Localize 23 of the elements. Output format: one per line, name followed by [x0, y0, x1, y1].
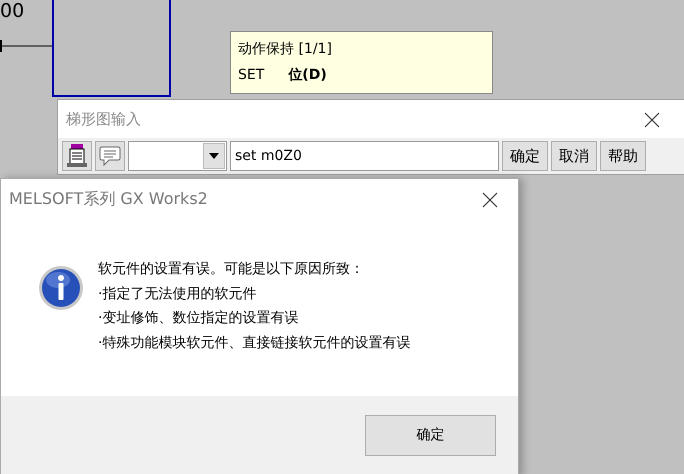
device-label: 00 — [0, 2, 24, 21]
dialog-button[interactable]: 取消 — [551, 141, 597, 171]
command-field[interactable]: set m0Z0 — [230, 141, 499, 171]
message-text: ·指定了无法使用的软元件 — [98, 284, 258, 304]
dialog-title: MELSOFT系列 GX Works2 — [9, 188, 208, 210]
ladder-mode-button[interactable] — [62, 141, 92, 171]
rung-line — [0, 40, 53, 52]
comment-button[interactable] — [95, 141, 125, 171]
dropdown-button[interactable] — [203, 143, 225, 169]
operand-text: 位(D) — [288, 66, 327, 85]
instruction-text: SET — [238, 66, 264, 85]
info-icon — [38, 265, 84, 311]
tooltip-title: 动作保持 [1/1] — [238, 40, 333, 59]
dialog-button[interactable]: 确定 — [502, 141, 548, 171]
caret-icon — [209, 153, 219, 159]
dialog-button[interactable]: 帮助 — [600, 141, 646, 171]
speech-bubble-icon — [99, 145, 121, 167]
ok-button[interactable]: 确定 — [365, 415, 496, 456]
message-text: 软元件的设置有误。可能是以下原因所致： — [98, 260, 365, 279]
window-title: 梯形图输入 — [66, 108, 141, 130]
message-text: ·变址修饰、数位指定的设置有误 — [98, 309, 300, 328]
document-icon — [66, 143, 88, 169]
message-text: ·特殊功能模块软元件、直接链接软元件的设置有误 — [98, 334, 410, 352]
